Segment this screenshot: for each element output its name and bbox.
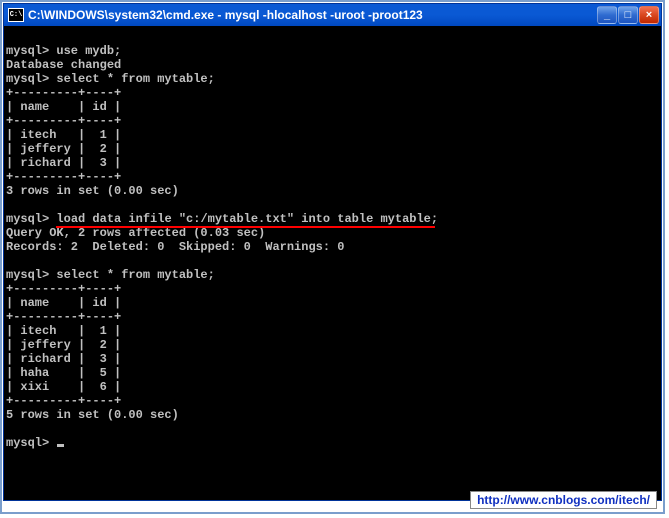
screenshot-frame: C:\ C:\WINDOWS\system32\cmd.exe - mysql … (0, 0, 665, 514)
load-data-command: load data infile "c:/mytable.txt" into t… (56, 212, 430, 226)
load-prompt: mysql> (6, 212, 56, 226)
minimize-button[interactable]: _ (597, 6, 617, 24)
close-button[interactable]: × (639, 6, 659, 24)
watermark-link[interactable]: http://www.cnblogs.com/itech/ (470, 491, 657, 509)
window-controls: _ □ × (597, 6, 659, 24)
maximize-button[interactable]: □ (618, 6, 638, 24)
cmd-window: C:\ C:\WINDOWS\system32\cmd.exe - mysql … (3, 3, 662, 501)
console-block-1: mysql> use mydb; Database changed mysql>… (6, 44, 215, 198)
cmd-icon: C:\ (8, 8, 24, 22)
titlebar[interactable]: C:\ C:\WINDOWS\system32\cmd.exe - mysql … (4, 4, 661, 26)
load-suffix: ; (431, 212, 438, 226)
console-block-2: Query OK, 2 rows affected (0.03 sec) Rec… (6, 226, 344, 422)
cursor-icon (57, 444, 64, 447)
mysql-prompt: mysql> (6, 436, 56, 450)
console-output[interactable]: mysql> use mydb; Database changed mysql>… (4, 26, 661, 452)
window-title: C:\WINDOWS\system32\cmd.exe - mysql -hlo… (28, 8, 597, 22)
